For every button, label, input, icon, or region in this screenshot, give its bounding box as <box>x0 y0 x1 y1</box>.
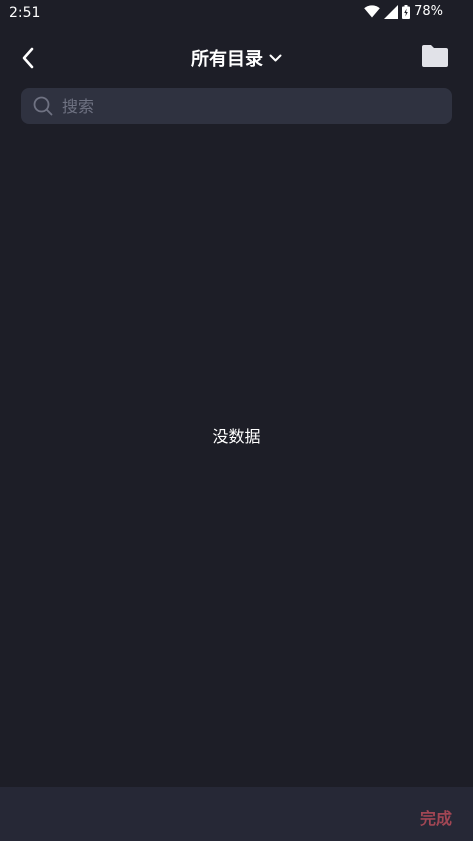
folder-button[interactable] <box>421 44 451 70</box>
status-bar: 2:51 78% <box>0 0 473 26</box>
battery-charging-icon <box>402 4 411 19</box>
directory-selector[interactable]: 所有目录 <box>0 45 473 71</box>
search-icon <box>33 96 53 116</box>
bottom-bar: 完成 <box>0 787 473 841</box>
folder-icon <box>422 45 448 67</box>
status-icons: 78% <box>364 4 443 19</box>
empty-state-text: 没数据 <box>212 427 261 446</box>
page-title: 所有目录 <box>191 49 263 70</box>
signal-icon <box>384 4 399 19</box>
done-button[interactable]: 完成 <box>420 805 452 829</box>
search-bar[interactable] <box>21 88 452 124</box>
wifi-icon <box>364 5 380 18</box>
search-input[interactable] <box>60 95 452 117</box>
status-time: 2:51 <box>9 5 41 21</box>
header: 所有目录 <box>0 34 473 80</box>
chevron-down-icon <box>269 54 282 61</box>
battery-percent: 78% <box>414 4 443 19</box>
